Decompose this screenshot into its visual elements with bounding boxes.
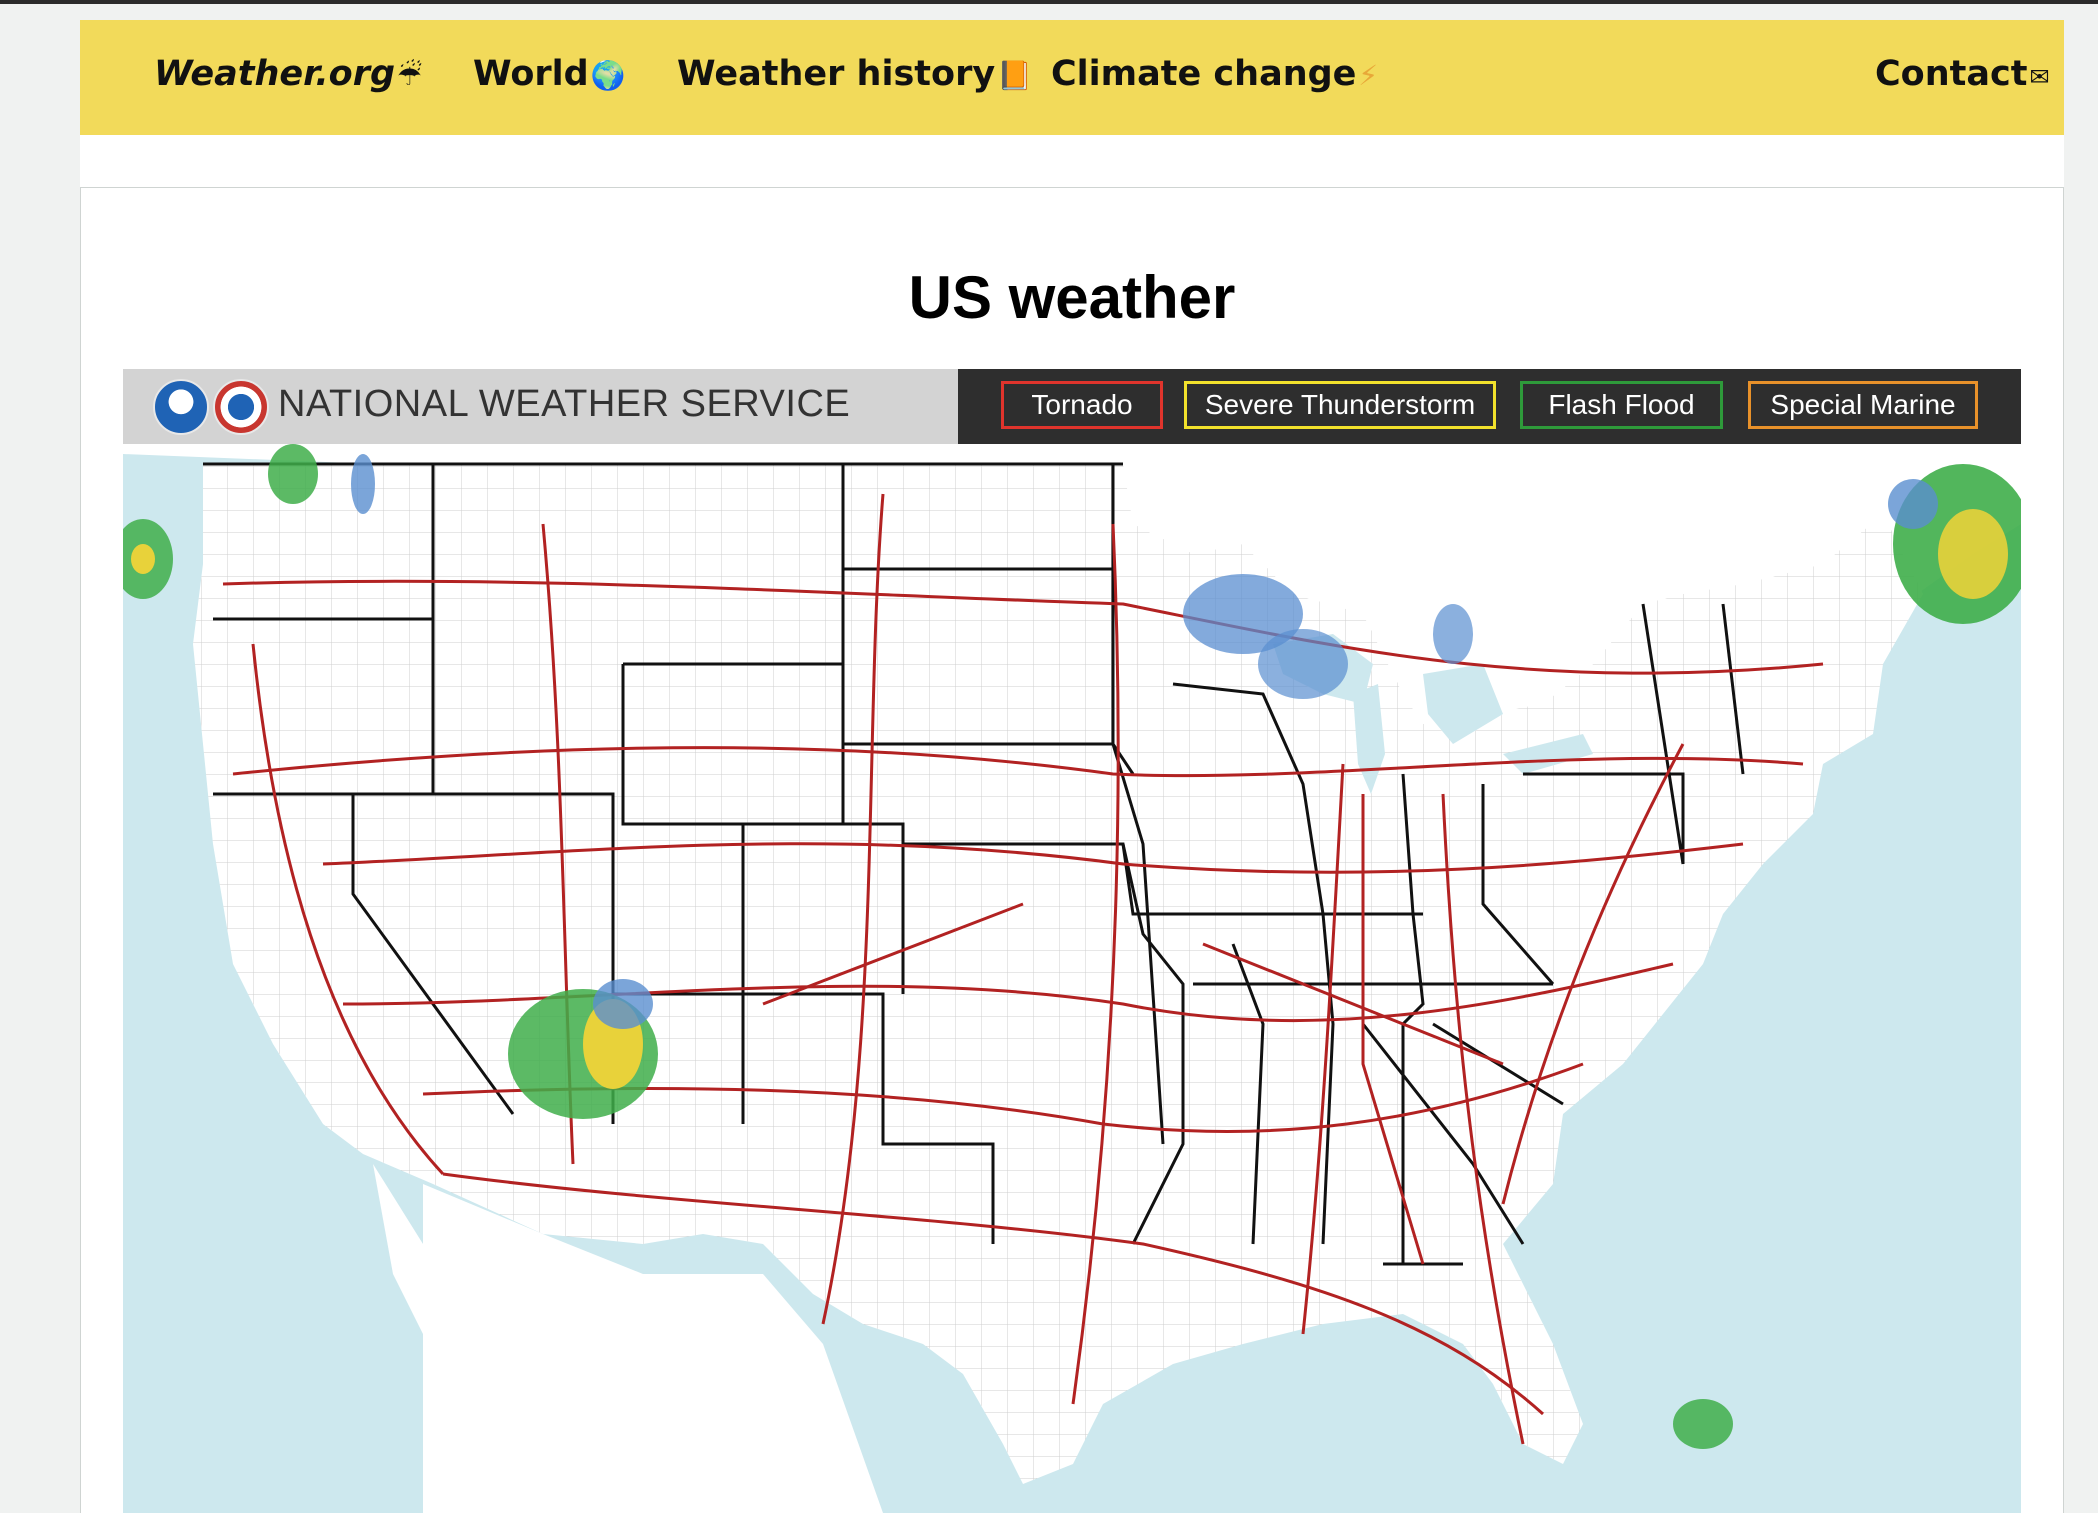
nav-item-label: Climate change [1051, 54, 1357, 94]
content-card: US weather NATIONAL WEATHER SERVICE Torn… [80, 187, 2064, 1513]
map-canvas [123, 444, 2021, 1513]
lightning-icon: ⚡ [1358, 59, 1379, 92]
nav-item-world[interactable]: World🌍 [473, 54, 626, 94]
nws-logo [213, 379, 269, 435]
nav-item-label: Contact [1875, 54, 2028, 94]
map-legend: Tornado Severe Thunderstorm Flash Flood … [958, 369, 2021, 444]
nav-item-climate-change[interactable]: Climate change⚡ [1051, 54, 1378, 94]
legend-special-marine: Special Marine [1748, 381, 1978, 429]
nws-header: NATIONAL WEATHER SERVICE [123, 369, 958, 444]
brand-link[interactable]: Weather.org☔ [154, 54, 422, 94]
brand-label: Weather.org [154, 54, 396, 94]
book-icon: 📙 [997, 59, 1033, 92]
legend-tornado: Tornado [1001, 381, 1163, 429]
legend-flash-flood: Flash Flood [1520, 381, 1723, 429]
navbar-spacer [80, 135, 2064, 187]
page-title: US weather [908, 264, 1236, 331]
legend-severe-thunderstorm: Severe Thunderstorm [1184, 381, 1496, 429]
envelope-icon: ✉ [2029, 63, 2050, 91]
nws-title: NATIONAL WEATHER SERVICE [278, 383, 851, 425]
nav-item-weather-history[interactable]: Weather history📙 [677, 54, 1032, 94]
nav-item-contact[interactable]: Contact✉ [1875, 54, 2050, 94]
top-navbar: Weather.org☔ World🌍 Weather history📙 Cli… [80, 20, 2064, 135]
nav-item-label: Weather history [677, 54, 996, 94]
globe-icon: 🌍 [590, 59, 626, 92]
window-top-border [0, 0, 2098, 4]
umbrella-rain-icon: ☔ [397, 59, 423, 92]
nav-item-label: World [473, 54, 589, 94]
us-weather-map[interactable]: NATIONAL WEATHER SERVICE Tornado Severe … [123, 369, 2021, 1513]
noaa-logo [153, 379, 209, 435]
